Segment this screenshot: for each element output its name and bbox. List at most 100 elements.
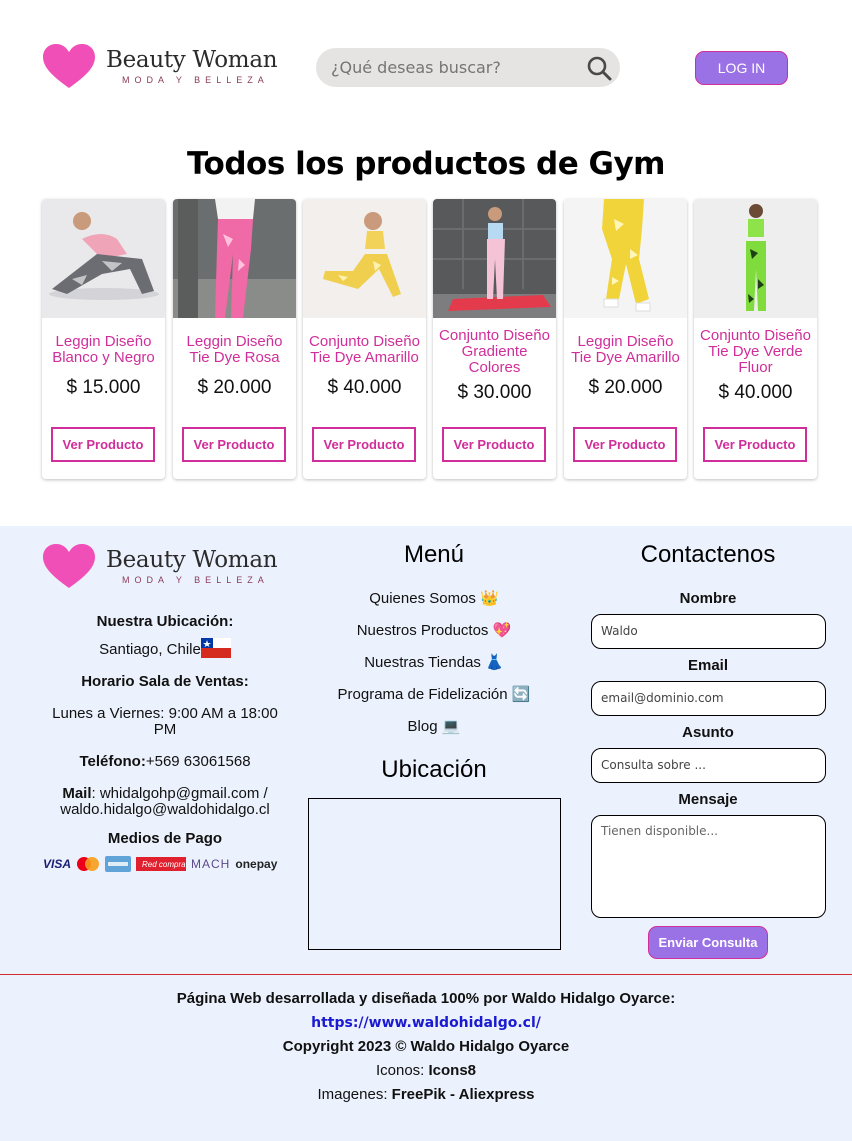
menu-item-tiendas[interactable]: Nuestras Tiendas 👗 bbox=[308, 654, 560, 686]
dress-icon: 👗 bbox=[485, 654, 504, 671]
view-product-button[interactable]: Ver Producto bbox=[182, 427, 286, 462]
product-name[interactable]: Leggin Diseño Tie Dye Amarillo bbox=[566, 334, 685, 366]
payment-methods: VISA Red compra MACH onepay bbox=[43, 856, 277, 872]
product-card: Leggin Diseño Tie Dye Rosa $ 20.000 Ver … bbox=[173, 199, 296, 479]
laptop-icon: 💻 bbox=[441, 718, 461, 735]
brand-tagline: MODA Y BELLEZA bbox=[122, 75, 269, 85]
heart-logo-icon bbox=[43, 544, 95, 588]
product-name[interactable]: Conjunto Diseño Tie Dye Verde Fluor bbox=[696, 328, 815, 376]
product-price: $ 40.000 bbox=[718, 382, 793, 403]
store-info: Nuestra Ubicación: Santiago, Chile Horar… bbox=[40, 614, 290, 847]
credits: Página Web desarrollada y diseñada 100% … bbox=[0, 990, 852, 1110]
amex-logo-icon bbox=[105, 856, 132, 872]
product-price: $ 15.000 bbox=[66, 377, 141, 398]
copyright: Copyright 2023 © Waldo Hidalgo Oyarce bbox=[282, 1038, 570, 1055]
search-input[interactable] bbox=[331, 58, 571, 77]
product-card: Leggin Diseño Tie Dye Amarillo $ 20.000 … bbox=[564, 199, 687, 479]
menu-item-label: Nuestras Tiendas bbox=[364, 654, 481, 671]
loop-icon: 🔄 bbox=[511, 686, 531, 703]
product-name[interactable]: Conjunto Diseño Tie Dye Amarillo bbox=[305, 334, 424, 366]
message-field[interactable]: Tienen disponible... bbox=[591, 815, 826, 918]
send-inquiry-button[interactable]: Enviar Consulta bbox=[648, 926, 768, 959]
product-price: $ 40.000 bbox=[327, 377, 402, 398]
contact-title: Contactenos bbox=[640, 541, 776, 568]
view-product-button[interactable]: Ver Producto bbox=[573, 427, 677, 462]
product-image[interactable] bbox=[173, 199, 296, 318]
redcompra-logo-icon: Red compra bbox=[136, 857, 187, 871]
map-embed[interactable] bbox=[308, 798, 561, 950]
brand-tagline: MODA Y BELLEZA bbox=[122, 575, 269, 585]
author-website-link[interactable]: https://www.waldohidalgo.cl/ bbox=[311, 1015, 541, 1031]
email-label: Email bbox=[687, 657, 729, 674]
product-card: Conjunto Diseño Gradiente Colores $ 30.0… bbox=[433, 199, 556, 479]
product-name[interactable]: Conjunto Diseño Gradiente Colores bbox=[435, 328, 554, 376]
icons-credit-label: Iconos: bbox=[375, 1062, 429, 1079]
location-title: Ubicación bbox=[381, 756, 487, 783]
menu-item-label: Blog bbox=[407, 718, 438, 735]
product-card: Leggin Diseño Blanco y Negro $ 15.000 Ve… bbox=[42, 199, 165, 479]
hours-value: Lunes a Viernes: 9:00 AM a 18:00 PM bbox=[52, 705, 278, 738]
onepay-logo: onepay bbox=[235, 857, 278, 871]
images-credit-value: FreePik - Aliexpress bbox=[391, 1086, 535, 1103]
hours-label: Horario Sala de Ventas: bbox=[81, 673, 249, 690]
product-price: $ 30.000 bbox=[457, 382, 532, 403]
phone-label: Teléfono: bbox=[79, 753, 146, 770]
chile-flag-icon bbox=[200, 638, 231, 658]
mail-line: Mail: whidalgohp@gmail.com / waldo.hidal… bbox=[40, 786, 290, 818]
site-header: Beauty Woman MODA Y BELLEZA LOG IN bbox=[0, 0, 852, 130]
product-name[interactable]: Leggin Diseño Tie Dye Rosa bbox=[175, 334, 294, 366]
menu-item-fidelizacion[interactable]: Programa de Fidelización 🔄 bbox=[308, 686, 560, 718]
view-product-button[interactable]: Ver Producto bbox=[312, 427, 416, 462]
site-footer: Beauty Woman MODA Y BELLEZA Nuestra Ubic… bbox=[0, 526, 852, 1141]
mastercard-logo-icon bbox=[77, 857, 100, 871]
mail-label: Mail bbox=[62, 785, 92, 802]
view-product-button[interactable]: Ver Producto bbox=[442, 427, 546, 462]
menu-item-productos[interactable]: Nuestros Productos 💖 bbox=[308, 622, 560, 654]
svg-text:Red compra: Red compra bbox=[142, 860, 186, 869]
search-icon[interactable] bbox=[586, 55, 612, 81]
message-label: Mensaje bbox=[678, 791, 738, 808]
product-price: $ 20.000 bbox=[588, 377, 663, 398]
product-image[interactable] bbox=[303, 199, 426, 318]
brand-name: Beauty Woman bbox=[106, 47, 278, 73]
name-field[interactable]: Waldo bbox=[591, 614, 826, 649]
subject-field[interactable]: Consulta sobre ... bbox=[591, 748, 826, 783]
brand-logo[interactable]: Beauty Woman MODA Y BELLEZA bbox=[42, 43, 278, 89]
heart-logo-icon bbox=[43, 44, 95, 88]
footer-divider bbox=[0, 974, 852, 975]
product-name[interactable]: Leggin Diseño Blanco y Negro bbox=[44, 334, 163, 366]
menu-item-label: Programa de Fidelización bbox=[337, 686, 508, 703]
product-image[interactable] bbox=[694, 199, 817, 318]
icons-credit: Iconos: Icons8 bbox=[0, 1062, 852, 1086]
location-label: Nuestra Ubicación: bbox=[96, 613, 234, 630]
credits-link-row: https://www.waldohidalgo.cl/ bbox=[0, 1014, 852, 1038]
mail-value[interactable]: : whidalgohp@gmail.com / waldo.hidalgo@w… bbox=[60, 785, 270, 818]
product-image[interactable] bbox=[42, 199, 165, 318]
product-price: $ 20.000 bbox=[197, 377, 272, 398]
name-label: Nombre bbox=[679, 590, 737, 607]
page-title: Todos los productos de Gym bbox=[187, 146, 665, 182]
product-image[interactable] bbox=[564, 199, 687, 318]
menu-item-label: Quienes Somos bbox=[369, 590, 476, 607]
phone-value[interactable]: +569 63061568 bbox=[146, 753, 251, 770]
view-product-button[interactable]: Ver Producto bbox=[703, 427, 807, 462]
footer-brand-logo[interactable]: Beauty Woman MODA Y BELLEZA bbox=[42, 543, 278, 589]
crown-icon: 👑 bbox=[480, 590, 499, 607]
heart-icon: 💖 bbox=[492, 622, 512, 639]
product-image[interactable] bbox=[433, 199, 556, 318]
phone-line: Teléfono:+569 63061568 bbox=[40, 754, 290, 770]
email-field[interactable]: email@dominio.com bbox=[591, 681, 826, 716]
brand-name: Beauty Woman bbox=[106, 547, 278, 573]
login-button[interactable]: LOG IN bbox=[695, 51, 788, 85]
menu-item-blog[interactable]: Blog 💻 bbox=[308, 718, 560, 750]
images-credit-label: Imagenes: bbox=[317, 1086, 392, 1103]
view-product-button[interactable]: Ver Producto bbox=[51, 427, 155, 462]
menu-title: Menú bbox=[403, 541, 465, 568]
images-credit: Imagenes: FreePik - Aliexpress bbox=[0, 1086, 852, 1110]
icons-credit-value: Icons8 bbox=[428, 1062, 477, 1079]
visa-logo: VISA bbox=[43, 857, 72, 871]
mach-logo: MACH bbox=[191, 857, 231, 871]
menu-item-quienes-somos[interactable]: Quienes Somos 👑 bbox=[308, 590, 560, 622]
subject-label: Asunto bbox=[682, 724, 734, 741]
footer-menu: Quienes Somos 👑 Nuestros Productos 💖 Nue… bbox=[308, 590, 560, 750]
